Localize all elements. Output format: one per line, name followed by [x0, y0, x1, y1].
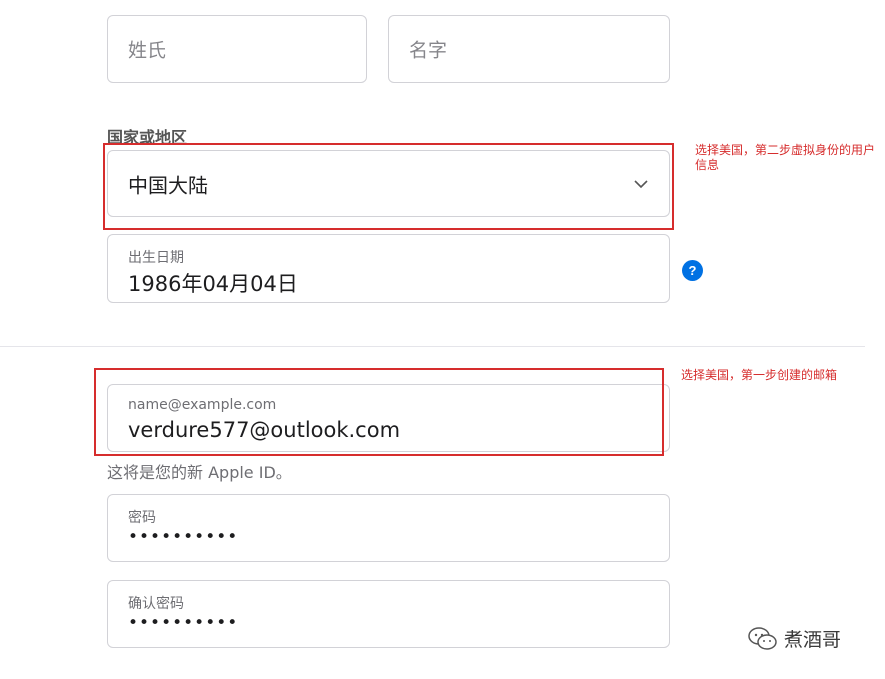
birthday-field[interactable]: 出生日期 1986年04月04日 — [107, 234, 670, 303]
country-annotation-box — [103, 143, 674, 230]
birthday-label: 出生日期 — [128, 250, 184, 266]
email-annotation-box — [94, 368, 664, 456]
section-divider — [0, 346, 865, 347]
first-name-placeholder: 名字 — [409, 39, 448, 62]
wechat-icon — [748, 626, 777, 650]
last-name-field[interactable]: 姓氏 — [107, 15, 367, 83]
password-value: •••••••••• — [128, 527, 239, 547]
password-field[interactable]: 密码 •••••••••• — [107, 494, 670, 562]
password-label: 密码 — [128, 510, 156, 526]
confirm-password-field[interactable]: 确认密码 •••••••••• — [107, 580, 670, 648]
apple-id-hint: 这将是您的新 Apple ID。 — [107, 463, 292, 482]
help-icon[interactable]: ? — [682, 260, 703, 281]
first-name-field[interactable]: 名字 — [388, 15, 670, 83]
email-annotation-note: 选择美国，第一步创建的邮箱 — [681, 368, 838, 382]
confirm-password-label: 确认密码 — [128, 596, 184, 612]
country-annotation-note: 选择美国，第二步虚拟身份的用户信息 — [695, 143, 876, 172]
watermark: 煮酒哥 — [748, 625, 841, 652]
birthday-value: 1986年04月04日 — [128, 272, 298, 296]
confirm-password-value: •••••••••• — [128, 613, 239, 633]
last-name-placeholder: 姓氏 — [128, 39, 167, 62]
watermark-text: 煮酒哥 — [784, 629, 842, 651]
